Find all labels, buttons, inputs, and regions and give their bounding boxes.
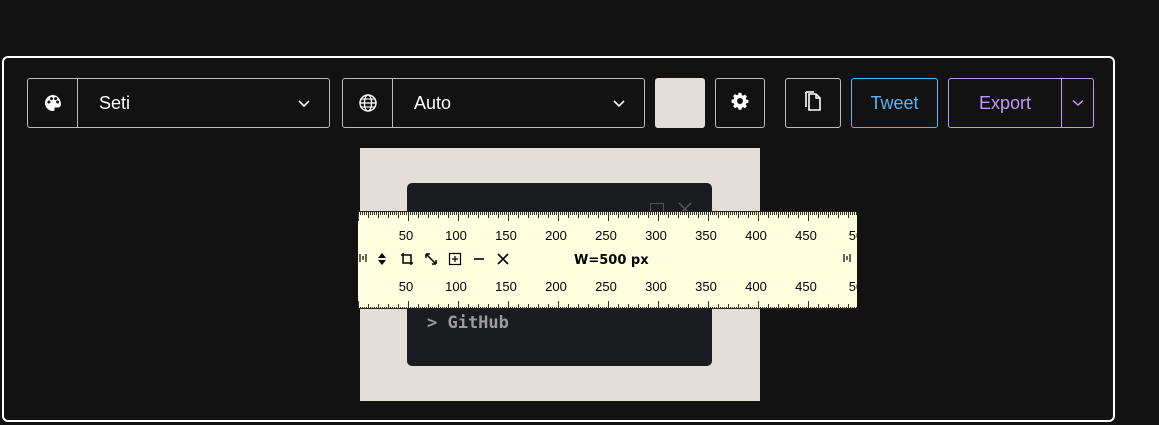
language-select-value: Auto [414, 92, 452, 113]
ruler-tick-label: 150 [495, 279, 517, 294]
vertical-resize-icon[interactable] [376, 252, 392, 268]
ruler-tick-label: 250 [595, 228, 617, 243]
globe-icon [343, 79, 393, 127]
ruler-tick-label: 400 [745, 279, 767, 294]
theme-select[interactable]: Seti [27, 78, 330, 128]
screen-ruler[interactable]: 50 50 100 100 150 150 200 200 250 250 300 300 350 350… [358, 211, 857, 309]
ruler-tick-label: 50 [399, 279, 413, 294]
chevron-down-icon [594, 79, 644, 127]
diagonal-resize-icon[interactable] [424, 252, 440, 268]
chevron-down-icon [1071, 94, 1084, 112]
ruler-tick-label: 50 [849, 279, 857, 294]
ruler-tick-label: 400 [745, 228, 767, 243]
close-icon[interactable] [496, 252, 512, 268]
ruler-tick-label: 300 [645, 228, 667, 243]
minimize-icon[interactable] [472, 252, 488, 268]
ruler-tick-label: 50 [849, 228, 857, 243]
export-options-button[interactable] [1062, 79, 1093, 127]
language-select[interactable]: Auto [342, 78, 645, 128]
tweet-button[interactable]: Tweet [851, 78, 938, 128]
theme-select-value: Seti [99, 92, 131, 113]
palette-icon [28, 79, 78, 127]
ruler-tick-label: 250 [595, 279, 617, 294]
export-button[interactable]: Export [949, 79, 1062, 127]
ruler-width-label: W=500 px [574, 253, 649, 268]
ruler-tick-label: 450 [795, 228, 817, 243]
ruler-tick-label: 150 [495, 228, 517, 243]
code-line: > GitHub [427, 313, 509, 333]
ruler-tick-label: 100 [445, 228, 467, 243]
crop-icon[interactable] [400, 252, 416, 268]
left-handle-icon[interactable] [358, 252, 374, 268]
background-color-swatch[interactable] [655, 78, 705, 128]
ruler-tick-label: 50 [399, 228, 413, 243]
close-icon [678, 202, 692, 211]
settings-button[interactable] [715, 78, 765, 128]
ruler-tick-label: 350 [695, 228, 717, 243]
maximize-icon [650, 203, 664, 211]
export-button-group: Export [948, 78, 1094, 128]
document-copy-icon [803, 90, 823, 117]
ruler-tick-label: 450 [795, 279, 817, 294]
chevron-down-icon [279, 79, 329, 127]
gear-icon [730, 91, 750, 116]
ruler-tick-label: 350 [695, 279, 717, 294]
ruler-tick-label: 100 [445, 279, 467, 294]
ruler-tick-label: 300 [645, 279, 667, 294]
right-handle-icon[interactable] [842, 252, 857, 268]
ruler-tick-label: 200 [545, 279, 567, 294]
copy-button[interactable] [785, 78, 841, 128]
center-mark-icon[interactable] [448, 252, 464, 268]
ruler-tick-label: 200 [545, 228, 567, 243]
